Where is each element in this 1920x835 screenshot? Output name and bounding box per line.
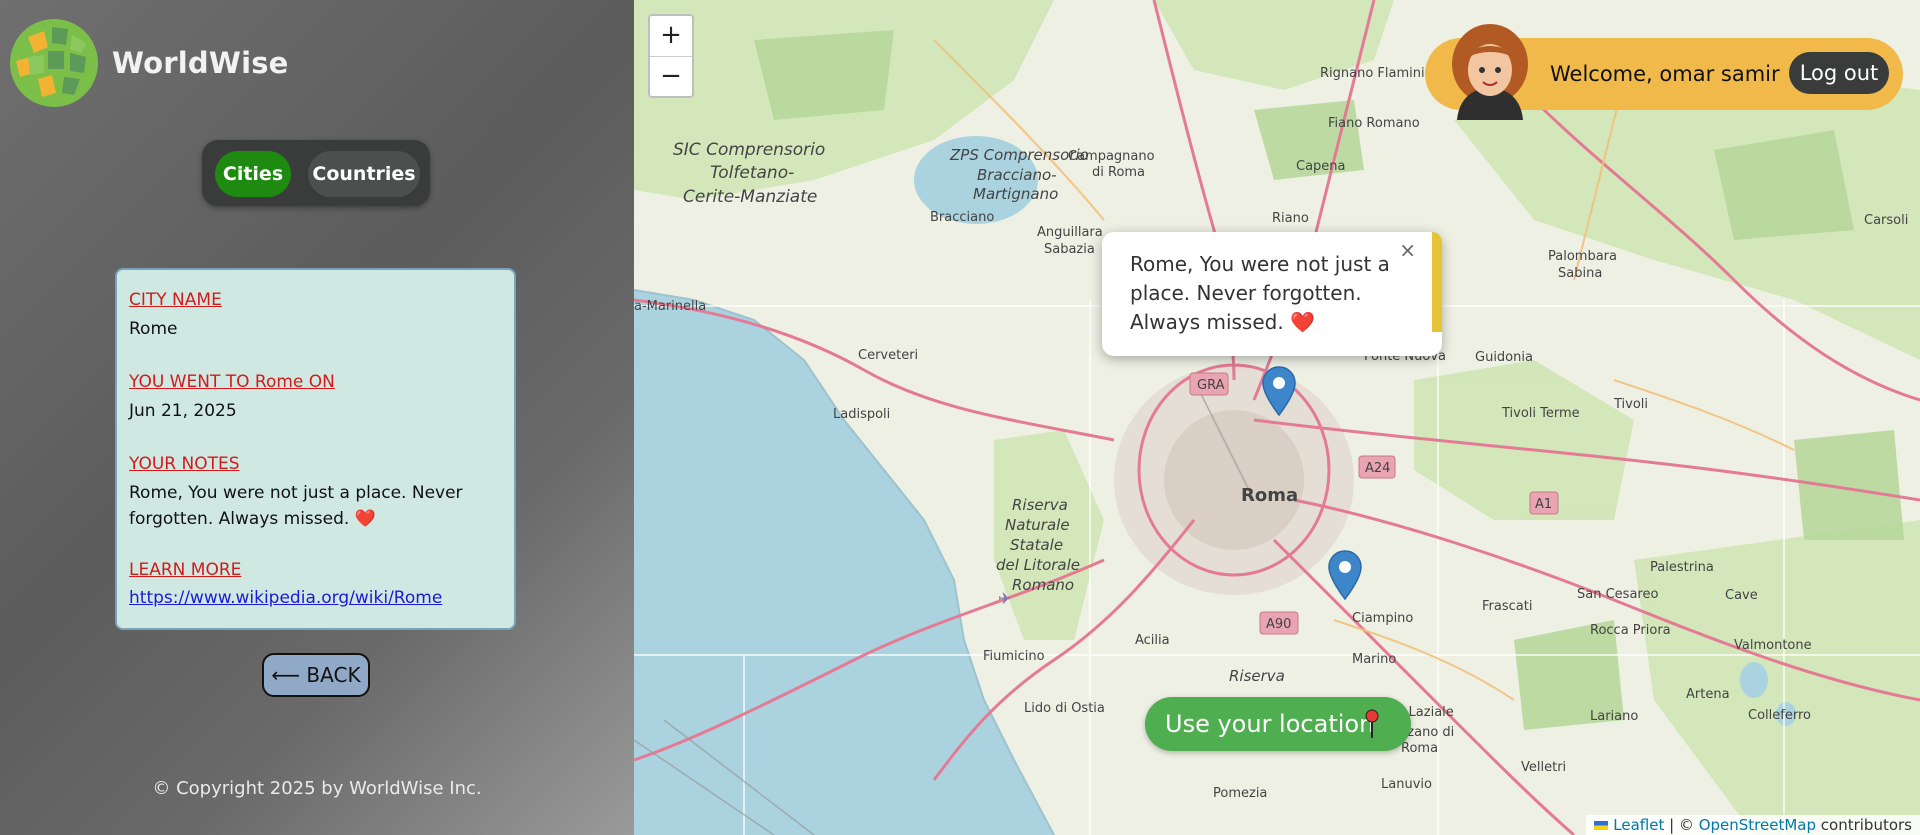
map-label-palombara: Palombara: [1548, 249, 1617, 264]
marker-popup: Rome, You were not just a place. Never f…: [1102, 232, 1442, 356]
map-label-frascati: Frascati: [1482, 599, 1532, 614]
map-label-sic-3: Cerite-Manziate: [683, 187, 817, 207]
popup-text: Rome, You were not just a place. Never f…: [1130, 250, 1400, 337]
notes-label: YOUR NOTES: [129, 454, 240, 474]
zoom-out-button[interactable]: −: [650, 57, 692, 97]
back-button[interactable]: ⟵ BACK: [262, 653, 370, 697]
map-label-a90: A90: [1266, 617, 1291, 632]
notes-line-2: forgotten. Always missed. ❤️: [129, 509, 376, 529]
map-label-a1: A1: [1535, 497, 1552, 512]
map-label-roma: Roma: [1241, 485, 1298, 506]
popup-line-3: Always missed. ❤️: [1130, 310, 1315, 334]
airport-icon: ✈: [998, 589, 1011, 608]
map-label-san-cesareo: San Cesareo: [1577, 587, 1658, 602]
tab-countries[interactable]: Countries: [308, 151, 420, 197]
map-label-diroma: di Roma: [1092, 165, 1145, 180]
map-label-cave: Cave: [1725, 588, 1758, 603]
map-label-palestrina: Palestrina: [1650, 560, 1714, 575]
map-label-tivoli-terme: Tivoli Terme: [1501, 406, 1580, 421]
map-label-riserva-6: Riserva: [1229, 667, 1285, 685]
map-label-riserva-1: Riserva: [1012, 496, 1068, 514]
map-label-colleferro: Colleferro: [1748, 708, 1811, 723]
use-location-label: Use your location: [1165, 710, 1375, 738]
map-label-riserva-5: Romano: [1012, 576, 1074, 594]
map-label-zps-2: Bracciano-: [977, 166, 1057, 184]
marker-pin-icon[interactable]: [1327, 549, 1363, 601]
notes-line-1: Rome, You were not just a place. Never: [129, 483, 463, 503]
map-label-gra: GRA: [1197, 378, 1225, 393]
map-label-fiano: Fiano Romano: [1328, 116, 1420, 131]
popup-line-2: place. Never forgotten.: [1130, 281, 1362, 305]
map-label-marino: Marino: [1352, 652, 1396, 667]
city-name-label: CITY NAME: [129, 290, 222, 310]
map-label-valmontone: Valmontone: [1734, 638, 1812, 653]
location-pin-icon: [1365, 709, 1379, 738]
map-label-lido-di-ostia: Lido di Ostia: [1024, 701, 1105, 716]
map-label-riserva-2: Naturale: [1005, 516, 1070, 534]
map-label-sabazia: Sabazia: [1044, 242, 1095, 257]
map-label-sabina: Sabina: [1558, 266, 1602, 281]
map-label-riserva-3: Statale: [1010, 536, 1063, 554]
nav-tabs: Cities Countries: [202, 140, 430, 206]
leaflet-link[interactable]: Leaflet: [1613, 816, 1664, 834]
marker-pin-icon[interactable]: [1261, 365, 1297, 417]
brand-name: WorldWise: [112, 46, 289, 80]
map-label-fiumicino: Fiumicino: [983, 649, 1045, 664]
use-location-button[interactable]: Use your location: [1145, 697, 1411, 751]
map-label-ciampino: Ciampino: [1352, 611, 1413, 626]
map-label-genzano-2: Roma: [1401, 741, 1438, 756]
flag-icon: [1594, 821, 1609, 830]
attribution-tail: contributors: [1816, 816, 1912, 834]
osm-link[interactable]: OpenStreetMap: [1699, 816, 1816, 834]
city-details-card: CITY NAME Rome YOU WENT TO Rome ON Jun 2…: [115, 268, 516, 630]
map-label-lariano: Lariano: [1590, 709, 1638, 724]
map-label-a24: A24: [1365, 461, 1390, 476]
map-label-campagnano: Campagnano: [1068, 149, 1155, 164]
map-label-tivoli: Tivoli: [1613, 397, 1648, 412]
map-label-anguillara: Anguillara: [1037, 225, 1103, 240]
welcome-text: Welcome, omar samir: [1550, 62, 1780, 86]
map-label-cerveteri: Cerveteri: [858, 348, 918, 363]
popup-close-button[interactable]: ×: [1399, 238, 1416, 262]
map-label-artena: Artena: [1686, 687, 1730, 702]
sidebar: WorldWise Cities Countries CITY NAME Rom…: [0, 0, 634, 835]
map-label-sic-2: Tolfetano-: [710, 163, 794, 183]
map-label-sic-1: SIC Comprensorio: [673, 140, 825, 160]
map-label-marinella: a-Marinella: [634, 299, 706, 314]
copyright: © Copyright 2025 by WorldWise Inc.: [152, 778, 482, 799]
zoom-control: + −: [648, 14, 694, 98]
user-bar: Welcome, omar samir Log out: [1425, 24, 1903, 120]
map-label-ladispoli: Ladispoli: [833, 407, 890, 422]
map-label-rocca-priora: Rocca Priora: [1590, 623, 1671, 638]
map-view[interactable]: GRA A24 A1 A90 SIC Comprensorio Tolfetan…: [634, 0, 1920, 835]
user-avatar: [1452, 24, 1528, 120]
wikipedia-link[interactable]: https://www.wikipedia.org/wiki/Rome: [129, 588, 442, 608]
map-label-rignano: Rignano Flaminio: [1320, 66, 1433, 81]
tab-cities[interactable]: Cities: [215, 151, 291, 197]
map-label-acilia: Acilia: [1135, 633, 1170, 648]
worldwise-logo-icon[interactable]: [8, 17, 100, 109]
zoom-in-button[interactable]: +: [650, 16, 692, 57]
city-name-value: Rome: [129, 319, 178, 339]
map-label-guidonia: Guidonia: [1475, 350, 1533, 365]
map-label-lanuvio: Lanuvio: [1381, 777, 1432, 792]
popup-accent: [1432, 232, 1442, 332]
map-label-velletri: Velletri: [1521, 760, 1566, 775]
map-attribution: Leaflet | © OpenStreetMap contributors: [1586, 815, 1920, 835]
visit-date-value: Jun 21, 2025: [129, 401, 237, 421]
logout-button[interactable]: Log out: [1789, 52, 1889, 94]
map-label-bracciano: Bracciano: [930, 210, 994, 225]
attribution-separator: | ©: [1664, 816, 1699, 834]
popup-line-1: Rome, You were not just a: [1130, 252, 1390, 276]
map-label-pomezia: Pomezia: [1213, 786, 1267, 801]
visit-date-label: YOU WENT TO Rome ON: [129, 372, 335, 392]
map-label-riserva-4: del Litorale: [996, 556, 1080, 574]
map-label-zps-3: Martignano: [973, 185, 1058, 203]
map-label-carsoli: Carsoli: [1864, 213, 1908, 228]
map-label-capena: Capena: [1296, 159, 1346, 174]
learn-more-label: LEARN MORE: [129, 560, 242, 580]
map-label-riano: Riano: [1272, 211, 1309, 226]
